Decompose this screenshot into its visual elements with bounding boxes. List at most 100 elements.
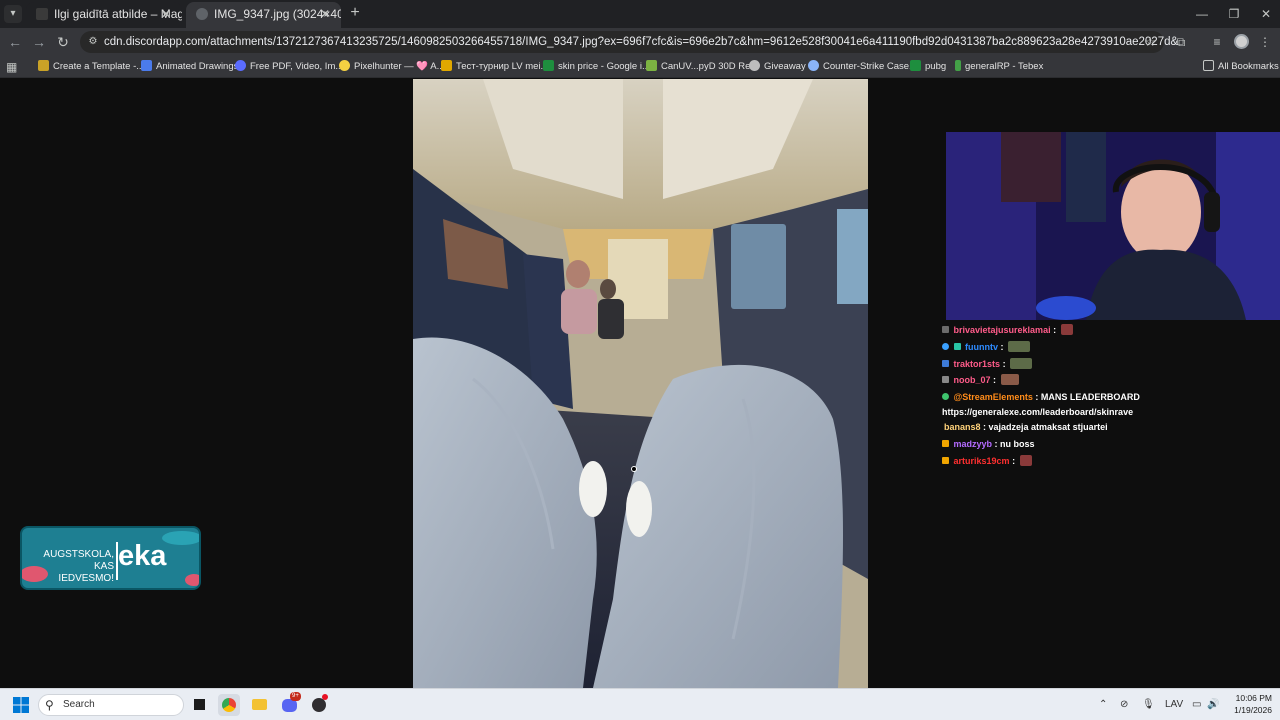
bookmark-favicon-icon bbox=[38, 60, 49, 71]
chat-message: traktor1sts : bbox=[942, 356, 1272, 373]
volume-icon[interactable]: 🔊 bbox=[1207, 695, 1219, 715]
bookmark-item[interactable]: Counter-Strike Case... bbox=[808, 56, 917, 78]
tab-search-icon[interactable]: ▾ bbox=[4, 5, 22, 23]
apps-grid-icon[interactable]: ▦ bbox=[6, 56, 17, 78]
chat-username: noob_07 bbox=[953, 375, 991, 386]
bookmark-item[interactable]: generalRP - Tebex bbox=[955, 56, 1043, 78]
chat-username: @StreamElements bbox=[953, 392, 1033, 403]
clock-date: 1/19/2026 bbox=[1234, 705, 1272, 715]
chat-username: brivavietajusureklamai bbox=[953, 325, 1051, 335]
restore-button[interactable]: ❐ bbox=[1218, 0, 1250, 28]
bookmark-favicon-icon bbox=[749, 60, 760, 71]
meta-favicon-icon bbox=[141, 60, 152, 71]
browser-toolbar: ← → ↻ ⚙ cdn.discordapp.com/attachments/1… bbox=[0, 28, 1280, 56]
reload-icon[interactable]: ↻ bbox=[54, 33, 72, 51]
chat-message: banans8 : vajadzeja atmaksat stjuartei bbox=[942, 419, 1272, 436]
chat-message: noob_07 : bbox=[942, 372, 1272, 389]
profile-avatar[interactable] bbox=[1234, 34, 1249, 49]
bookmark-item[interactable]: Animated Drawings bbox=[141, 56, 238, 78]
network-off-icon[interactable]: ⊘ bbox=[1120, 695, 1128, 715]
display-icon[interactable]: ▭ bbox=[1192, 695, 1201, 715]
bookmark-favicon-icon bbox=[339, 60, 350, 71]
show-hidden-icons-chevron-icon[interactable]: ⌃ bbox=[1099, 695, 1107, 715]
chat-text: : bbox=[1012, 455, 1016, 466]
chat-text: : bbox=[993, 375, 997, 386]
tab-magone[interactable]: Ilgi gaidītā atbilde – Magone at ✕ bbox=[26, 2, 182, 28]
extensions-icon[interactable]: ⧉ bbox=[1172, 33, 1190, 51]
bookmark-favicon-icon bbox=[646, 60, 657, 71]
chat-text: : nu boss bbox=[994, 438, 1035, 449]
stream-chat: brivavietajusureklamai : fuunntv : trakt… bbox=[942, 322, 1272, 469]
chrome-taskbar-icon[interactable] bbox=[218, 694, 240, 716]
eka-logo: eka bbox=[118, 540, 167, 572]
bookmark-item[interactable]: Тест-турнир LV mei... bbox=[441, 56, 548, 78]
sub-badge-icon bbox=[942, 439, 949, 447]
search-placeholder: Search bbox=[63, 699, 95, 710]
globe-favicon-icon bbox=[196, 8, 208, 20]
bookmark-item[interactable]: Create a Template -... bbox=[38, 56, 144, 78]
search-icon: ⚲ bbox=[45, 698, 54, 712]
youtube-favicon-icon bbox=[36, 8, 48, 20]
badge-icon bbox=[942, 342, 949, 350]
chat-text: : bbox=[1002, 358, 1006, 369]
clock-time: 10:06 PM bbox=[1235, 693, 1272, 703]
chat-username: traktor1sts bbox=[953, 358, 1001, 369]
minimize-button[interactable]: — bbox=[1186, 0, 1218, 28]
discord-taskbar-icon[interactable]: 9+ bbox=[278, 692, 301, 716]
stream-viewport: brivavietajusureklamai : fuunntv : trakt… bbox=[0, 79, 1280, 688]
discord-badge: 9+ bbox=[290, 692, 301, 701]
media-controls-icon[interactable]: ≡ bbox=[1208, 33, 1226, 51]
menu-icon[interactable]: ⋮ bbox=[1256, 33, 1274, 51]
chat-message: fuunntv : bbox=[942, 339, 1272, 356]
bookmark-star-icon[interactable]: ☆ bbox=[1144, 31, 1156, 53]
eka-ad-banner: AUGSTSKOLA, KAS IEDVESMO! eka bbox=[20, 526, 201, 590]
chat-link[interactable]: https://generalexe.com/leaderboard/skinr… bbox=[942, 407, 1133, 417]
bookmark-item[interactable]: CanUV...pyD 30D Re... bbox=[646, 56, 758, 78]
chat-username: arturiks19cm bbox=[953, 455, 1010, 466]
bookmark-item[interactable]: Giveaway bbox=[749, 56, 806, 78]
ad-tagline: AUGSTSKOLA, KAS IEDVESMO! bbox=[43, 549, 114, 584]
back-icon[interactable]: ← bbox=[6, 33, 24, 51]
windows-start-icon[interactable] bbox=[10, 694, 32, 716]
bookmark-item[interactable]: pubg bbox=[910, 56, 946, 78]
bookmark-item[interactable]: skin price - Google i... bbox=[543, 56, 650, 78]
windows-taskbar: ⚲ Search 9+ ⌃ ⊘ 🎙 LAV ▭ 🔊 10:06 PM 1/19/… bbox=[0, 688, 1280, 720]
new-tab-button[interactable]: + bbox=[346, 4, 364, 22]
tank-emote-icon bbox=[1008, 340, 1031, 352]
chat-text: : bbox=[1000, 341, 1004, 352]
obs-taskbar-icon[interactable] bbox=[308, 694, 330, 716]
badge-icon bbox=[953, 342, 961, 350]
taskbar-search[interactable]: ⚲ Search bbox=[38, 694, 184, 716]
site-info-icon[interactable]: ⚙ bbox=[86, 35, 100, 49]
streamer-webcam bbox=[946, 132, 1280, 320]
all-bookmarks-folder[interactable]: All Bookmarks bbox=[1203, 56, 1279, 78]
sheets-favicon-icon bbox=[910, 60, 921, 71]
taskbar-clock[interactable]: 10:06 PM 1/19/2026 bbox=[1226, 692, 1272, 716]
close-window-button[interactable]: ✕ bbox=[1250, 0, 1280, 28]
address-bar[interactable]: ⚙ cdn.discordapp.com/attachments/1372127… bbox=[80, 31, 1178, 53]
file-explorer-icon[interactable] bbox=[248, 694, 270, 716]
tab-image[interactable]: IMG_9347.jpg (3024×4032) ✕ bbox=[186, 2, 341, 28]
close-tab-icon[interactable]: ✕ bbox=[317, 2, 333, 26]
bookmark-favicon-icon bbox=[955, 60, 961, 71]
close-tab-icon[interactable]: ✕ bbox=[158, 2, 174, 26]
chat-message-continued: https://generalexe.com/leaderboard/skinr… bbox=[942, 406, 1272, 419]
bookmark-item[interactable]: Pixelhunter — 🩷 A... bbox=[339, 56, 445, 78]
badge-icon bbox=[942, 376, 949, 384]
webcam-illustration bbox=[946, 132, 1280, 320]
chat-username: madzyyb bbox=[953, 438, 993, 449]
bookmark-favicon-icon bbox=[441, 60, 452, 71]
chat-username: banans8 bbox=[944, 421, 981, 432]
microphone-icon[interactable]: 🎙 bbox=[1142, 695, 1155, 715]
chat-message: arturiks19cm : bbox=[942, 453, 1272, 470]
language-indicator[interactable]: LAV bbox=[1165, 695, 1183, 715]
task-view-icon[interactable] bbox=[188, 694, 210, 716]
bookmark-favicon-icon bbox=[235, 60, 246, 71]
chat-text: : MANS LEADERBOARD bbox=[1035, 392, 1140, 403]
forward-icon[interactable]: → bbox=[30, 33, 48, 51]
url-text[interactable]: cdn.discordapp.com/attachments/137212736… bbox=[104, 31, 1178, 53]
bookmark-item[interactable]: Free PDF, Video, Im... bbox=[235, 56, 343, 78]
badge-icon bbox=[942, 326, 949, 333]
chat-text: : vajadzeja atmaksat stjuartei bbox=[983, 421, 1108, 432]
bookmarks-bar: ▦ Create a Template -... Animated Drawin… bbox=[0, 56, 1280, 78]
